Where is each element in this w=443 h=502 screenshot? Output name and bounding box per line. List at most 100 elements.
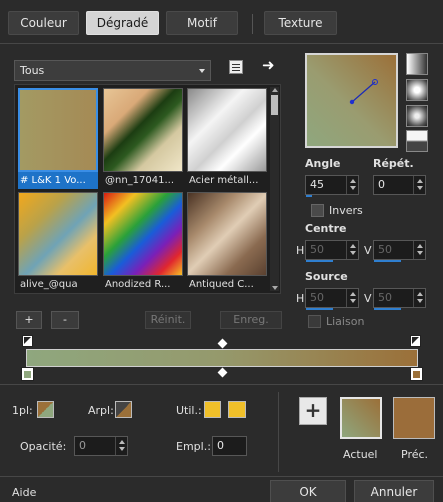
source-h-label: H bbox=[296, 292, 305, 305]
remove-stop-button[interactable]: - bbox=[51, 311, 79, 329]
center-h-value: 50 bbox=[310, 243, 324, 256]
invert-label: Invers bbox=[329, 204, 363, 217]
scroll-up-icon[interactable] bbox=[272, 88, 278, 92]
tab-motif[interactable]: Motif bbox=[166, 11, 238, 35]
center-v-bar bbox=[374, 260, 401, 262]
gradient-tile[interactable]: @nn_17041... bbox=[103, 88, 183, 189]
location-field[interactable]: 0 bbox=[212, 436, 247, 456]
center-h-label: H bbox=[296, 244, 305, 257]
top-divider bbox=[0, 43, 443, 44]
gradient-tile[interactable]: # L&K 1 Vo... bbox=[18, 88, 98, 189]
source-v-bar bbox=[374, 308, 401, 310]
tab-couleur[interactable]: Couleur bbox=[8, 11, 79, 35]
invert-checkbox[interactable] bbox=[311, 204, 324, 217]
midpoint-top-marker[interactable] bbox=[217, 338, 228, 349]
footer-divider bbox=[0, 476, 443, 477]
source-h-bar bbox=[306, 308, 333, 310]
repeat-spinner[interactable]: 0 bbox=[373, 175, 426, 195]
background-label: Arpl: bbox=[88, 404, 114, 417]
bottom-separator bbox=[278, 392, 279, 472]
source-v-value: 50 bbox=[378, 291, 392, 304]
source-v-spinner[interactable]: 50 bbox=[373, 288, 426, 310]
ok-button[interactable]: OK bbox=[270, 480, 346, 502]
repeat-value: 0 bbox=[378, 178, 385, 191]
previous-gradient-swatch[interactable] bbox=[393, 397, 435, 439]
source-v-label: V bbox=[364, 292, 372, 305]
gradient-tile-label: # L&K 1 Vo... bbox=[18, 172, 98, 189]
tab-degrade[interactable]: Dégradé bbox=[86, 11, 159, 35]
link-checkbox[interactable] bbox=[308, 315, 321, 328]
spinner-arrows-icon[interactable] bbox=[413, 241, 425, 259]
location-value: 0 bbox=[217, 439, 224, 452]
previous-label: Préc. bbox=[401, 448, 429, 461]
arrow-right-icon[interactable]: ➜ bbox=[262, 57, 276, 73]
foreground-swatch[interactable] bbox=[37, 401, 54, 418]
gradient-tile-label: @nn_17041... bbox=[105, 175, 175, 186]
sunburst-gradient-type-icon[interactable] bbox=[406, 130, 428, 152]
user-color-swatch-alt[interactable] bbox=[228, 401, 246, 418]
center-v-spinner[interactable]: 50 bbox=[373, 240, 426, 262]
link-label: Liaison bbox=[326, 315, 365, 328]
gradient-settings-icon[interactable] bbox=[229, 60, 243, 74]
opacity-value: 0 bbox=[79, 439, 86, 452]
opacity-spinner[interactable]: 0 bbox=[74, 436, 128, 456]
gradient-preview[interactable] bbox=[305, 53, 398, 148]
background-swatch[interactable] bbox=[115, 401, 132, 418]
angle-handle-icon[interactable] bbox=[307, 55, 396, 146]
gallery-scrollbar[interactable] bbox=[270, 87, 279, 291]
gradient-tile[interactable]: Acier métall... bbox=[187, 88, 267, 189]
stop-marker-top-right[interactable] bbox=[410, 335, 421, 347]
color-stop-right[interactable] bbox=[410, 367, 423, 381]
gradient-tile[interactable]: Anodized R... bbox=[103, 192, 183, 293]
gradient-tile-label: alive_@qua bbox=[20, 279, 78, 290]
center-h-bar bbox=[306, 260, 333, 262]
linear-gradient-type-icon[interactable] bbox=[406, 53, 428, 75]
tab-texture[interactable]: Texture bbox=[264, 11, 337, 35]
spinner-arrows-icon[interactable] bbox=[413, 176, 425, 194]
spinner-arrows-icon[interactable] bbox=[346, 176, 358, 194]
reset-button[interactable]: Réinit. bbox=[145, 311, 191, 329]
add-to-history-button[interactable]: + bbox=[299, 397, 327, 425]
spinner-arrows-icon[interactable] bbox=[346, 241, 358, 259]
spinner-arrows-icon[interactable] bbox=[115, 437, 127, 455]
center-v-value: 50 bbox=[378, 243, 392, 256]
radial-gradient-type-icon[interactable] bbox=[406, 105, 428, 127]
rectangular-gradient-type-icon[interactable] bbox=[406, 79, 428, 101]
stop-marker-top-left[interactable] bbox=[22, 335, 33, 347]
center-v-label: V bbox=[364, 244, 372, 257]
gradient-tile[interactable]: alive_@qua bbox=[18, 192, 98, 293]
gradient-editor-bar[interactable] bbox=[26, 349, 418, 367]
save-gradient-button[interactable]: Enreg. bbox=[220, 311, 282, 329]
foreground-label: 1pl: bbox=[12, 404, 33, 417]
midpoint-bottom-marker[interactable] bbox=[217, 367, 228, 378]
opacity-label: Opacité: bbox=[20, 440, 67, 453]
spinner-arrows-icon[interactable] bbox=[346, 289, 358, 307]
scrollbar-thumb[interactable] bbox=[271, 95, 278, 115]
location-label: Empl.: bbox=[176, 440, 211, 453]
source-label: Source bbox=[305, 270, 348, 283]
user-color-label: Util.: bbox=[176, 404, 202, 417]
chevron-down-icon bbox=[199, 69, 205, 73]
help-link[interactable]: Aide bbox=[12, 486, 36, 499]
current-label: Actuel bbox=[343, 448, 378, 461]
angle-value-bar bbox=[306, 195, 312, 197]
current-gradient-swatch[interactable] bbox=[340, 397, 382, 439]
scroll-down-icon[interactable] bbox=[272, 286, 278, 290]
center-h-spinner[interactable]: 50 bbox=[305, 240, 359, 262]
center-label: Centre bbox=[305, 222, 347, 235]
source-h-spinner[interactable]: 50 bbox=[305, 288, 359, 310]
tab-separator bbox=[252, 14, 253, 34]
cancel-button[interactable]: Annuler bbox=[354, 480, 434, 502]
color-stop-left[interactable] bbox=[21, 367, 34, 381]
user-color-swatch[interactable] bbox=[204, 401, 221, 418]
angle-label: Angle bbox=[305, 157, 341, 170]
spinner-arrows-icon[interactable] bbox=[413, 289, 425, 307]
gradient-tile-label: Antiqued C... bbox=[189, 279, 254, 290]
category-dropdown[interactable]: Tous bbox=[14, 60, 211, 81]
mid-divider bbox=[0, 384, 443, 385]
add-stop-button[interactable]: + bbox=[16, 311, 42, 329]
repeat-label: Répét. bbox=[373, 157, 414, 170]
gradient-tile-label: Acier métall... bbox=[189, 175, 259, 186]
angle-spinner[interactable]: 45 bbox=[305, 175, 359, 197]
gradient-tile[interactable]: Antiqued C... bbox=[187, 192, 267, 293]
